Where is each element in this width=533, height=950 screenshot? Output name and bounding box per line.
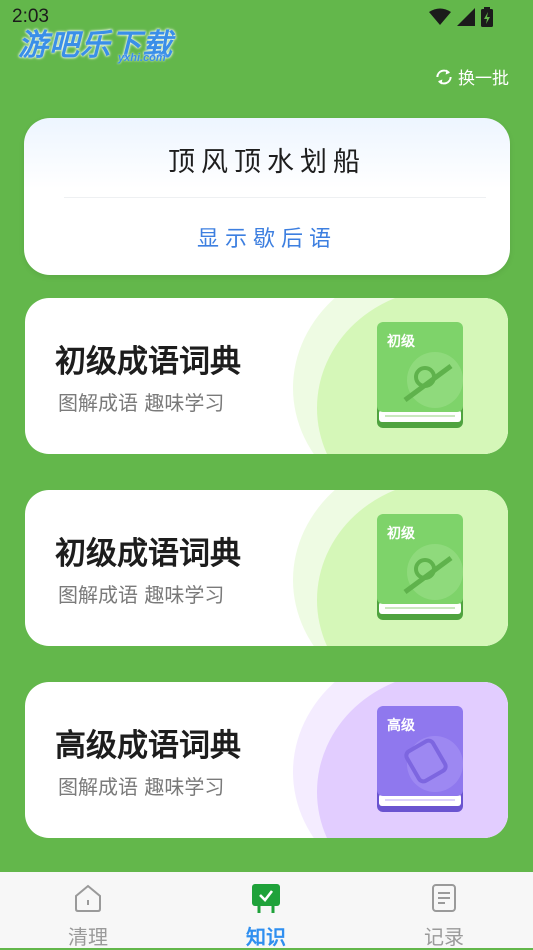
green-book-icon: 初级 [377,322,463,428]
refresh-button[interactable]: 换一批 [434,64,509,89]
status-icons [429,7,493,27]
green-book-icon: 初级 [377,514,463,620]
dictionary-subtitle: 图解成语 趣味学习 [58,391,225,415]
dictionary-subtitle: 图解成语 趣味学习 [58,775,225,799]
dictionary-card-advanced[interactable]: 高级成语词典 图解成语 趣味学习 高级 [25,682,508,838]
document-icon [432,884,456,912]
home-icon [75,884,101,912]
show-answer-button[interactable]: 显示歇后语 [24,221,510,253]
book-label: 高级 [387,717,416,734]
refresh-icon [436,69,452,84]
book-label: 初级 [387,525,416,542]
tab-records[interactable]: 记录 [384,872,504,949]
tab-label: 记录 [424,925,464,949]
purple-book-icon: 高级 [377,706,463,812]
riddle-card: 顶风顶水划船 显示歇后语 [24,118,510,275]
tab-clean[interactable]: 清理 [28,872,148,949]
dictionary-title: 初级成语词典 [55,536,241,572]
wifi-icon [429,8,451,25]
riddle-text: 顶风顶水划船 [168,147,366,178]
dictionary-title: 初级成语词典 [55,344,241,380]
signal-icon [457,8,475,26]
divider [64,197,486,198]
refresh-label: 换一批 [458,69,509,89]
dictionary-card-beginner[interactable]: 初级成语词典 图解成语 趣味学习 初级 [25,490,508,646]
tab-knowledge[interactable]: 知识 [206,872,326,949]
dictionary-subtitle: 图解成语 趣味学习 [58,583,225,607]
bottom-tab-bar: 清理 知识 记录 [0,872,533,949]
watermark-url: yxhi.com [118,52,166,64]
battery-icon [481,7,493,27]
book-label: 初级 [387,333,416,350]
knowledge-icon [252,884,280,913]
tab-label: 清理 [68,925,108,949]
tab-label: 知识 [246,925,286,949]
dictionary-title: 高级成语词典 [55,728,241,764]
dictionary-card-beginner[interactable]: 初级成语词典 图解成语 趣味学习 初级 [25,298,508,454]
